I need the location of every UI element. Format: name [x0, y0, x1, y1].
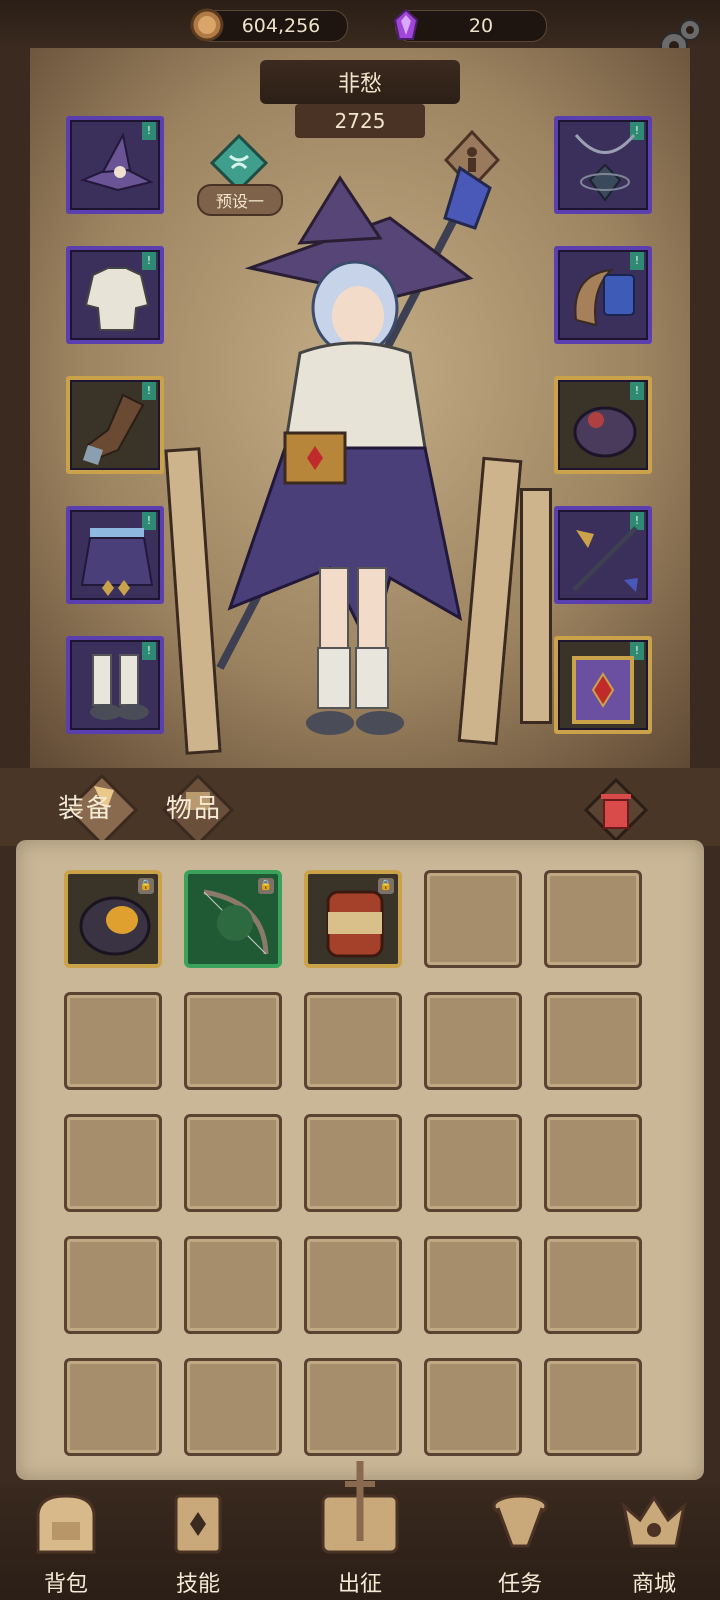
inventory-slot[interactable]	[184, 1114, 282, 1212]
inventory-slot[interactable]	[64, 1236, 162, 1334]
equip-slot-bracer[interactable]: !	[554, 246, 652, 344]
trash-icon[interactable]	[584, 778, 648, 842]
nav-expedition[interactable]: 出征	[300, 1461, 420, 1600]
nav-skills[interactable]: 技能	[138, 1480, 258, 1600]
inventory-slot[interactable]	[64, 1358, 162, 1456]
inventory-slot[interactable]	[304, 1358, 402, 1456]
nav-backpack[interactable]: 背包	[6, 1480, 126, 1600]
bracer-icon	[326, 890, 384, 958]
equip-slot-offhand[interactable]: !	[554, 636, 652, 734]
shirt-icon	[84, 267, 150, 331]
gold-currency[interactable]: 604,256	[190, 8, 348, 42]
skill-card-icon	[174, 1494, 222, 1554]
character-portrait	[216, 165, 492, 735]
equip-slot-necklace[interactable]: !	[554, 116, 652, 214]
inventory-slot[interactable]	[544, 870, 642, 968]
gem-amount: 20	[468, 15, 494, 37]
nav-label: 出征	[337, 1572, 382, 1597]
inventory-slot[interactable]	[304, 992, 402, 1090]
inventory-slot[interactable]: 🔒	[184, 870, 282, 968]
inventory-slot[interactable]	[544, 1236, 642, 1334]
ring-icon	[573, 406, 637, 458]
tab-equipment[interactable]: 装备	[58, 788, 114, 825]
equip-slot-skirt[interactable]: !	[66, 506, 164, 604]
inventory-slot[interactable]	[424, 992, 522, 1090]
equip-slot-weapon[interactable]: !	[554, 506, 652, 604]
nav-label: 任务	[497, 1572, 542, 1597]
frame-left	[0, 48, 30, 768]
character-name: 非愁	[260, 60, 460, 104]
equip-slot-hat[interactable]: !	[66, 116, 164, 214]
necklace-icon	[574, 134, 636, 202]
inventory-slot[interactable]	[64, 1114, 162, 1212]
gem-currency[interactable]: 20	[393, 8, 547, 42]
witch-hat-icon	[80, 132, 154, 192]
nav-label: 技能	[175, 1572, 220, 1597]
inventory-slot[interactable]	[304, 1114, 402, 1212]
tab-items[interactable]: 物品	[166, 788, 222, 825]
inventory-slot[interactable]	[544, 1114, 642, 1212]
inventory-slot[interactable]	[424, 1114, 522, 1212]
gloves-icon	[83, 393, 145, 465]
inventory-slot[interactable]	[64, 992, 162, 1090]
equip-slot-gloves[interactable]: !	[66, 376, 164, 474]
frame-right	[690, 48, 720, 768]
character-panel: 非愁 2725 预设一 ! ! ! ! ! ! ! ! ! !	[0, 48, 720, 768]
spellbook-icon	[572, 656, 634, 724]
purple-crystal-icon	[393, 8, 419, 40]
top-bar	[0, 0, 720, 48]
nav-quests[interactable]: 任务	[460, 1480, 580, 1600]
inventory-slot[interactable]	[424, 1358, 522, 1456]
inventory-slot[interactable]	[184, 992, 282, 1090]
expedition-sword-icon	[321, 1461, 399, 1554]
inventory-slot[interactable]: 🔒	[304, 870, 402, 968]
boots-icon	[90, 654, 149, 720]
skirt-icon	[80, 528, 154, 596]
bracer-icon	[574, 268, 635, 327]
inventory-slot[interactable]	[424, 1236, 522, 1334]
character-power: 2725	[295, 104, 425, 138]
inventory-slot[interactable]: 🔒	[64, 870, 162, 968]
equip-slot-chest[interactable]: !	[66, 246, 164, 344]
equip-slot-ring[interactable]: !	[554, 376, 652, 474]
staff-icon	[572, 526, 638, 592]
inventory-slot[interactable]	[184, 1236, 282, 1334]
nav-label: 商城	[631, 1572, 676, 1597]
quest-scroll-icon	[492, 1494, 548, 1548]
inventory-slot[interactable]	[184, 1358, 282, 1456]
nav-shop[interactable]: 商城	[594, 1480, 714, 1600]
inventory-slot[interactable]	[304, 1236, 402, 1334]
equip-slot-boots[interactable]: !	[66, 636, 164, 734]
nav-label: 背包	[43, 1572, 88, 1597]
inventory-slot[interactable]	[424, 870, 522, 968]
shop-crown-icon	[621, 1495, 687, 1548]
inventory-slot[interactable]	[544, 992, 642, 1090]
inventory-slot[interactable]	[544, 1358, 642, 1456]
dark-ring-icon	[79, 896, 151, 956]
gold-coin-icon	[190, 8, 224, 42]
backpack-icon	[36, 1494, 96, 1554]
gold-amount: 604,256	[241, 15, 321, 37]
bow-icon	[203, 889, 269, 955]
